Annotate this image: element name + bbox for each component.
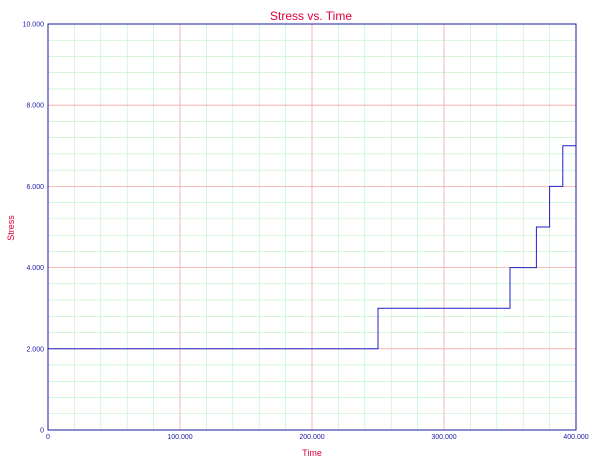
y-tick-label: 10.000	[23, 22, 45, 29]
stress-vs-time-chart: Stress vs. Time 0 100.000 200.000 300.000 40…	[6, 9, 589, 458]
chart-title: Stress vs. Time	[270, 9, 352, 23]
x-tick-label: 200.000	[299, 434, 324, 441]
y-tick-label: 0	[40, 428, 44, 435]
x-tick-label: 400.000	[563, 434, 588, 441]
y-axis-ticks: 0 2.000 4.000 6.000 8.000 10.000	[23, 22, 45, 435]
y-tick-label: 6.000	[26, 184, 44, 191]
y-tick-label: 8.000	[26, 103, 44, 110]
y-tick-label: 2.000	[26, 346, 44, 353]
x-tick-label: 100.000	[167, 434, 192, 441]
x-tick-label: 0	[46, 434, 50, 441]
x-tick-label: 300.000	[431, 434, 456, 441]
y-tick-label: 4.000	[26, 265, 44, 272]
x-axis-label: Time	[302, 448, 322, 458]
y-axis-label: Stress	[6, 215, 16, 241]
x-axis-ticks: 0 100.000 200.000 300.000 400.000	[46, 434, 589, 441]
